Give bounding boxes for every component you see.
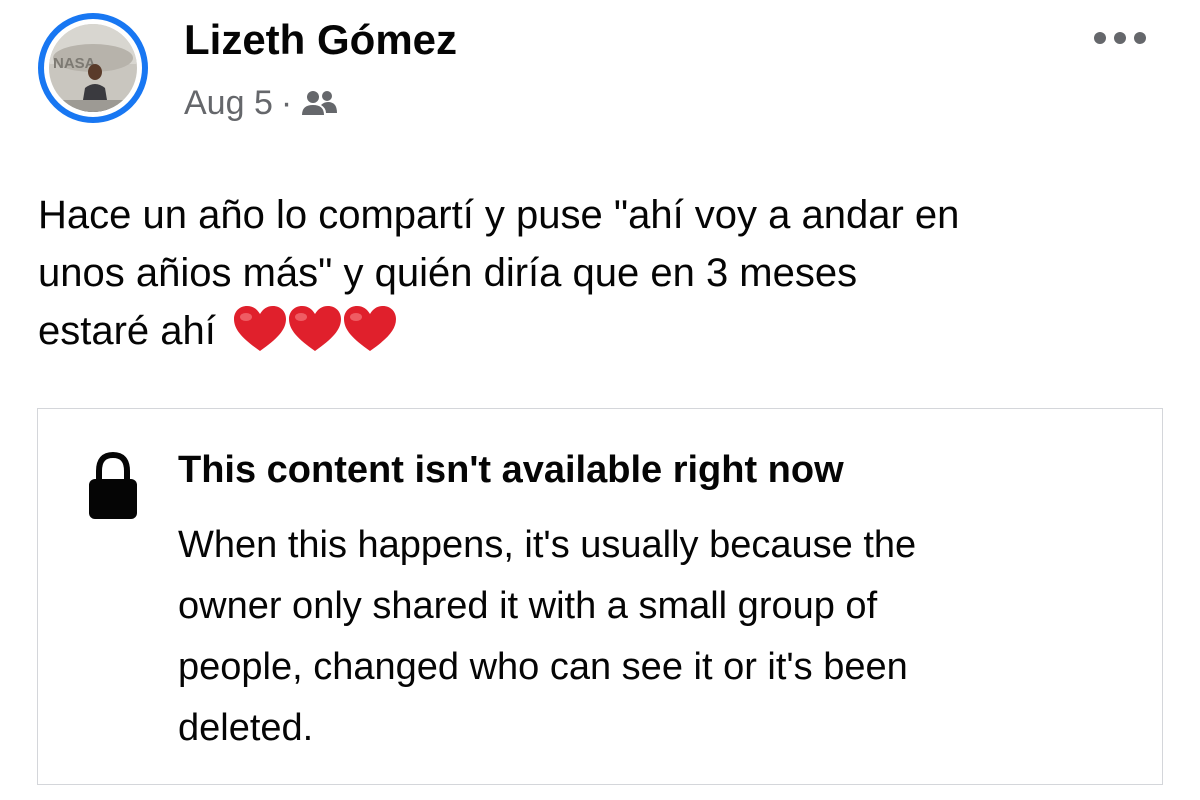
unavailable-body-line: owner only shared it with a small group … <box>178 585 878 627</box>
unavailable-body: When this happens, it's usually because … <box>178 515 916 759</box>
more-dot <box>1134 32 1146 44</box>
heart-emoji-icon <box>234 306 287 351</box>
post-meta: Aug 5 · <box>184 84 341 123</box>
post-date[interactable]: Aug 5 <box>184 84 273 123</box>
post-text: Hace un año lo compartí y puse "ahí voy … <box>38 186 1168 360</box>
post-text-line: Hace un año lo compartí y puse "ahí voy … <box>38 193 960 237</box>
author-name[interactable]: Lizeth Gómez <box>184 16 457 64</box>
unavailable-body-line: deleted. <box>178 707 314 749</box>
feed-post: NASA Lizeth Gómez Aug 5 · Hace un año lo… <box>0 0 1200 800</box>
heart-emoji-icon <box>344 306 397 351</box>
unavailable-body-line: When this happens, it's usually because … <box>178 524 917 566</box>
post-text-line: estaré ahí <box>38 302 1168 360</box>
more-dot <box>1094 32 1106 44</box>
avatar-photo: NASA <box>49 24 137 112</box>
author-avatar[interactable]: NASA <box>38 13 148 123</box>
heart-emoji-group <box>231 304 397 354</box>
unavailable-title: This content isn't available right now <box>178 449 844 491</box>
post-text-fragment: estaré ahí <box>38 309 216 353</box>
unavailable-body-line: people, changed who can see it or it's b… <box>178 646 908 688</box>
heart-emoji-icon <box>289 306 342 351</box>
post-text-line: unos añios más" y quién diría que en 3 m… <box>38 251 858 295</box>
lock-icon <box>89 451 137 519</box>
more-dot <box>1114 32 1126 44</box>
unavailable-content-card: This content isn't available right now W… <box>37 408 1163 785</box>
friends-icon[interactable] <box>299 88 341 120</box>
meta-separator: · <box>280 84 293 122</box>
more-options-icon[interactable] <box>1094 26 1146 50</box>
